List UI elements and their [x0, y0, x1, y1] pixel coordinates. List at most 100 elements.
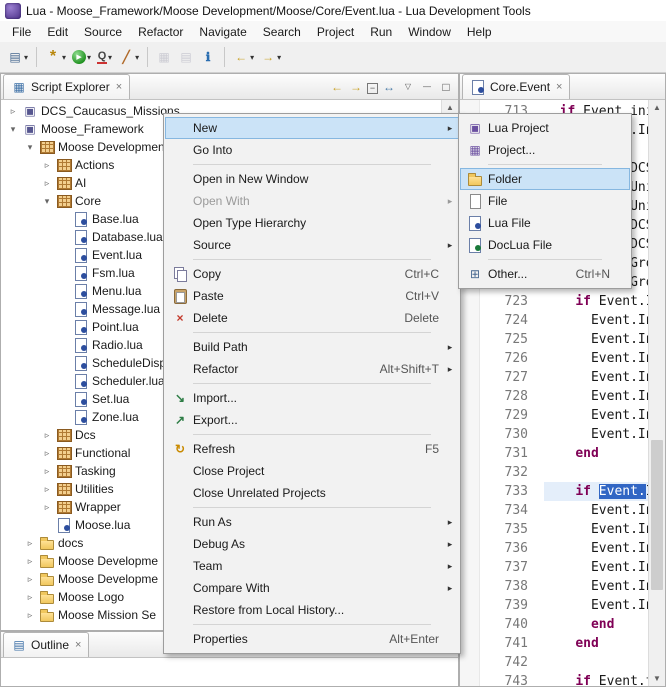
wand-button[interactable]: ╱▾: [116, 45, 141, 69]
forward-icon[interactable]: →: [348, 79, 364, 95]
new-submenu-item-project[interactable]: ▦Project...: [460, 139, 630, 161]
scrollbar-thumb[interactable]: [651, 440, 663, 590]
open-view-button[interactable]: ▤: [176, 45, 196, 69]
menu-separator: [488, 259, 602, 260]
delete-icon: ×: [167, 310, 193, 326]
minimize-icon[interactable]: —: [419, 78, 435, 95]
view-menu-icon[interactable]: ▽: [400, 78, 416, 95]
menubar-item-window[interactable]: Window: [400, 23, 459, 41]
new-submenu-item-folder[interactable]: Folder: [460, 168, 630, 190]
line-number: 733: [481, 482, 536, 501]
tree-item-label: Database.lua: [92, 230, 163, 244]
coverage-button[interactable]: Q▾: [95, 45, 114, 69]
line-number: 737: [481, 558, 536, 577]
scroll-down-icon[interactable]: ▼: [649, 671, 665, 686]
external-tools-button[interactable]: *▾: [43, 45, 68, 69]
new-submenu-item-file[interactable]: File: [460, 190, 630, 212]
tree-item-label: Moose.lua: [75, 518, 130, 532]
menu-shortcut: Delete: [404, 311, 439, 325]
menu-item-label: Lua Project: [488, 121, 610, 135]
folder-icon: [39, 607, 55, 623]
menubar-item-edit[interactable]: Edit: [39, 23, 76, 41]
new-submenu-item-other[interactable]: ⊞Other...Ctrl+N: [460, 263, 630, 285]
expand-arrow-icon: ▹: [7, 106, 19, 117]
window-title: Lua - Moose_Framework/Moose Development/…: [26, 4, 531, 18]
line-number: 725: [481, 330, 536, 349]
context-menu-item-refresh[interactable]: ↻RefreshF5: [165, 438, 459, 460]
menu-item-label: Open With: [193, 194, 439, 208]
tab-outline[interactable]: ▤ Outline ×: [3, 632, 89, 657]
menubar-item-file[interactable]: File: [4, 23, 39, 41]
line-number: 728: [481, 387, 536, 406]
script-explorer-tab-label: Script Explorer: [31, 80, 110, 94]
menu-separator: [193, 434, 431, 435]
context-menu-item-restore-from-local-history[interactable]: Restore from Local History...: [165, 599, 459, 621]
menubar-item-refactor[interactable]: Refactor: [130, 23, 191, 41]
forward-button[interactable]: →▾: [258, 45, 283, 69]
menubar-item-navigate[interactable]: Navigate: [191, 23, 254, 41]
context-menu-item-run-as[interactable]: Run As▸: [165, 511, 459, 533]
context-menu-item-debug-as[interactable]: Debug As▸: [165, 533, 459, 555]
context-menu-item-properties[interactable]: PropertiesAlt+Enter: [165, 628, 459, 650]
context-menu-item-close-project[interactable]: Close Project: [165, 460, 459, 482]
context-menu-item-open-with[interactable]: Open With▸: [165, 190, 459, 212]
context-menu-item-compare-with[interactable]: Compare With▸: [165, 577, 459, 599]
new-wizard-button[interactable]: ▤▾: [5, 45, 30, 69]
context-menu-item-open-in-new-window[interactable]: Open in New Window: [165, 168, 459, 190]
menubar-item-run[interactable]: Run: [362, 23, 400, 41]
submenu-arrow-icon: ▸: [443, 364, 457, 375]
submenu-arrow-icon: ▸: [443, 517, 457, 528]
context-menu-item-source[interactable]: Source▸: [165, 234, 459, 256]
maximize-icon[interactable]: □: [438, 79, 454, 95]
context-menu-item-refactor[interactable]: RefactorAlt+Shift+T▸: [165, 358, 459, 380]
package-icon: [39, 139, 55, 155]
submenu-arrow-icon: ▸: [443, 561, 457, 572]
scroll-up-icon[interactable]: ▲: [649, 100, 665, 115]
chevron-down-icon: ▾: [87, 53, 91, 62]
context-menu-item-go-into[interactable]: Go Into: [165, 139, 459, 161]
lua-file-icon: [462, 215, 488, 231]
context-menu-item-export[interactable]: ↗Export...: [165, 409, 459, 431]
context-menu-item-open-type-hierarchy[interactable]: Open Type Hierarchy: [165, 212, 459, 234]
console2-icon: ▤: [178, 49, 194, 65]
expand-arrow-icon: ▹: [41, 502, 53, 513]
run-button[interactable]: ▶▾: [70, 45, 93, 69]
open-console-button[interactable]: ▦: [154, 45, 174, 69]
menu-item-label: Paste: [193, 289, 405, 303]
collapse-all-icon[interactable]: −: [367, 80, 378, 94]
menubar-item-search[interactable]: Search: [255, 23, 309, 41]
close-icon[interactable]: ×: [75, 639, 81, 651]
new-submenu-item-lua-project[interactable]: ▣Lua Project: [460, 117, 630, 139]
context-menu-item-team[interactable]: Team▸: [165, 555, 459, 577]
menu-item-label: Restore from Local History...: [193, 603, 439, 617]
context-menu-item-paste[interactable]: PasteCtrl+V: [165, 285, 459, 307]
editor-scrollbar[interactable]: ▲ ▼: [648, 100, 665, 686]
back-icon[interactable]: ←: [329, 79, 345, 95]
new-submenu-item-doclua-file[interactable]: DocLua File: [460, 234, 630, 256]
submenu-arrow-icon: ▸: [443, 123, 457, 134]
context-menu-item-copy[interactable]: CopyCtrl+C: [165, 263, 459, 285]
context-menu-item-delete[interactable]: ×DeleteDelete: [165, 307, 459, 329]
new-submenu-item-lua-file[interactable]: Lua File: [460, 212, 630, 234]
info-button[interactable]: ℹ: [198, 45, 218, 69]
tab-script-explorer[interactable]: ▦ Script Explorer ×: [3, 74, 130, 99]
tree-item-label: Zone.lua: [92, 410, 139, 424]
forward-icon: →: [260, 49, 276, 65]
context-menu-item-build-path[interactable]: Build Path▸: [165, 336, 459, 358]
back-icon: ←: [329, 79, 345, 95]
back-button[interactable]: ←▾: [231, 45, 256, 69]
menubar-item-help[interactable]: Help: [459, 23, 500, 41]
menubar-item-project[interactable]: Project: [309, 23, 362, 41]
context-menu-item-import[interactable]: ↘Import...: [165, 387, 459, 409]
submenu-arrow-icon: ▸: [443, 342, 457, 353]
context-menu: New▸Go IntoOpen in New WindowOpen With▸O…: [163, 113, 461, 654]
close-icon[interactable]: ×: [556, 81, 562, 93]
context-menu-item-close-unrelated-projects[interactable]: Close Unrelated Projects: [165, 482, 459, 504]
doclua-file-icon: [467, 237, 483, 253]
link-editor-icon[interactable]: ↔: [381, 79, 397, 95]
tab-core-event[interactable]: Core.Event ×: [462, 74, 570, 99]
other-wizard-icon: ⊞: [467, 266, 483, 282]
close-icon[interactable]: ×: [116, 81, 122, 93]
menubar-item-source[interactable]: Source: [76, 23, 130, 41]
context-menu-item-new[interactable]: New▸: [165, 117, 459, 139]
